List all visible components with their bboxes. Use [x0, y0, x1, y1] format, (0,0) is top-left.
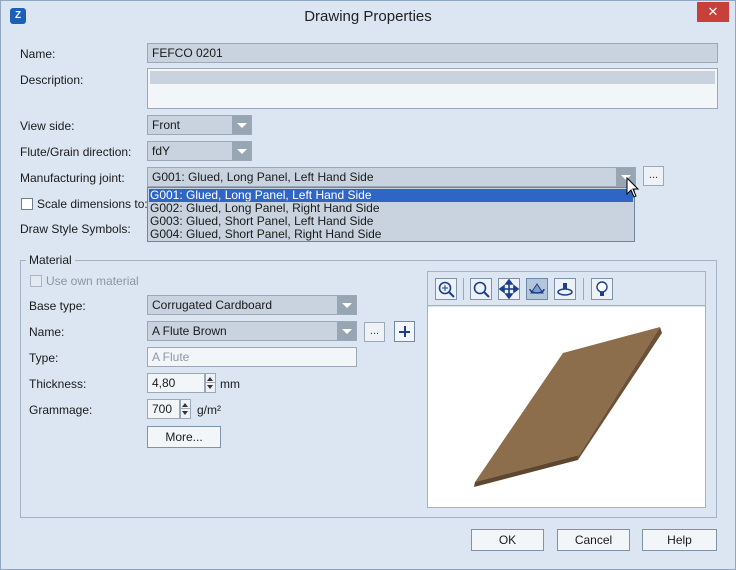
more-button[interactable]: More...: [147, 426, 221, 448]
rotate-icon[interactable]: [526, 278, 548, 300]
preview-viewport[interactable]: [428, 307, 705, 507]
joint-value: G001: Glued, Long Panel, Left Hand Side: [152, 170, 374, 184]
chevron-down-icon[interactable]: [232, 142, 251, 160]
flute-label: Flute/Grain direction:: [20, 145, 132, 159]
thickness-label: Thickness:: [29, 377, 87, 391]
material-preview: [427, 271, 706, 508]
close-button[interactable]: ✕: [697, 2, 729, 22]
name-field[interactable]: FEFCO 0201: [147, 43, 718, 63]
view-side-label: View side:: [20, 119, 75, 133]
mouse-cursor-icon: [626, 177, 640, 198]
zoom-fit-icon[interactable]: [435, 278, 457, 300]
thickness-unit: mm: [220, 377, 240, 391]
use-own-material-label: Use own material: [46, 274, 139, 288]
chevron-down-icon[interactable]: [232, 116, 251, 134]
material-name-label: Name:: [29, 325, 65, 339]
joint-more-button[interactable]: ...: [643, 166, 664, 186]
material-name-combo[interactable]: A Flute Brown: [147, 321, 357, 341]
chevron-down-icon[interactable]: [337, 296, 356, 314]
material-name-value: A Flute Brown: [152, 324, 227, 338]
ok-button[interactable]: OK: [471, 529, 544, 551]
base-type-combo[interactable]: Corrugated Cardboard: [147, 295, 357, 315]
title-bar: Z Drawing Properties ✕: [1, 1, 735, 31]
help-button[interactable]: Help: [642, 529, 717, 551]
joint-combo[interactable]: G001: Glued, Long Panel, Left Hand Side: [147, 167, 636, 187]
draw-style-label: Draw Style Symbols:: [20, 222, 131, 236]
zoom-icon[interactable]: [470, 278, 492, 300]
description-field[interactable]: [147, 68, 718, 109]
material-more-button[interactable]: ...: [364, 322, 385, 342]
window-title: Drawing Properties: [304, 8, 432, 25]
joint-dropdown-list: G001: Glued, Long Panel, Left Hand Side …: [147, 187, 635, 242]
cancel-button[interactable]: Cancel: [557, 529, 630, 551]
flute-combo[interactable]: fdY: [147, 141, 252, 161]
preview-toolbar: [428, 272, 705, 306]
grammage-field[interactable]: 700: [147, 399, 180, 419]
drawing-properties-dialog: Z Drawing Properties ✕ Name: FEFCO 0201 …: [0, 0, 736, 570]
chevron-down-icon[interactable]: [337, 322, 356, 340]
grammage-label: Grammage:: [29, 403, 93, 417]
cardboard-sheet-icon: [474, 327, 662, 487]
name-label: Name:: [20, 47, 56, 61]
scale-checkbox[interactable]: [21, 198, 33, 210]
material-group-title: Material: [26, 253, 75, 267]
thickness-field[interactable]: 4,80: [147, 373, 205, 393]
flute-value: fdY: [152, 144, 171, 158]
add-material-button[interactable]: [394, 321, 415, 342]
type-field: A Flute: [147, 347, 357, 367]
grammage-unit: g/m²: [197, 403, 221, 417]
base-type-value: Corrugated Cardboard: [152, 298, 273, 312]
view-side-combo[interactable]: Front: [147, 115, 252, 135]
description-label: Description:: [20, 73, 84, 87]
orbit-icon[interactable]: [554, 278, 576, 300]
description-line: [150, 71, 715, 84]
thickness-spinner[interactable]: [205, 373, 216, 393]
joint-label: Manufacturing joint:: [20, 171, 125, 185]
view-side-value: Front: [152, 118, 181, 132]
joint-option[interactable]: G004: Glued, Short Panel, Right Hand Sid…: [149, 228, 633, 241]
pan-icon[interactable]: [498, 278, 520, 300]
base-type-label: Base type:: [29, 299, 86, 313]
scale-label: Scale dimensions to:: [37, 197, 148, 211]
light-bulb-icon[interactable]: [591, 278, 613, 300]
grammage-spinner[interactable]: [180, 399, 191, 419]
type-label: Type:: [29, 351, 59, 365]
use-own-material-checkbox[interactable]: [30, 275, 42, 287]
